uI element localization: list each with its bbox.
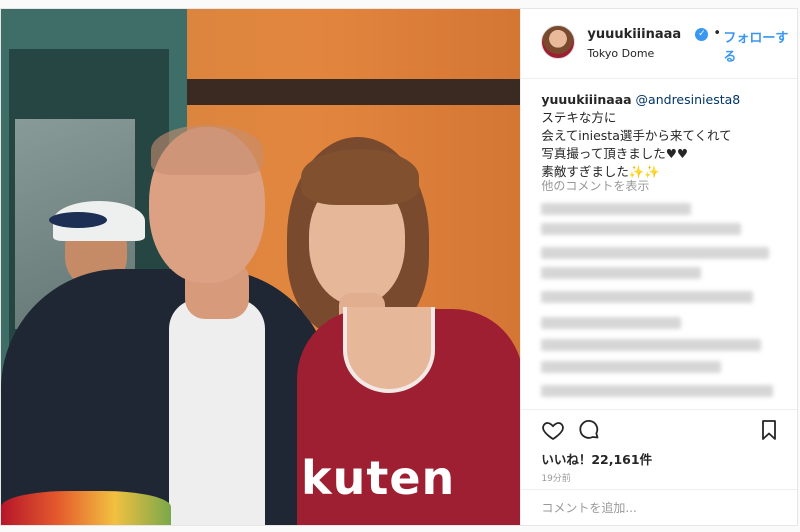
blurred-comment (541, 223, 742, 235)
blurred-comment (541, 203, 692, 215)
wall-stripe (181, 79, 521, 105)
post-photo[interactable]: kuten (1, 9, 521, 525)
blurred-comment (541, 291, 754, 303)
jersey-collar (343, 307, 435, 393)
man-shirt (169, 299, 265, 525)
man-suit (1, 269, 331, 525)
caption-mention[interactable]: @andresiniesta8 (636, 92, 741, 107)
caption-line: 会えてiniesta選手から来てくれて (541, 128, 732, 143)
blurred-comment (541, 317, 682, 329)
post-timestamp: 19分前 (541, 474, 571, 484)
instagram-post: kuten yuuukiiinaaa ✓ • フォローする Tokyo Dome… (0, 8, 798, 526)
comment-box (521, 489, 798, 525)
caption-line: 写真撮って頂きました♥♥ (541, 146, 689, 161)
caption-username[interactable]: yuuukiiinaaa (541, 92, 631, 107)
username-link[interactable]: yuuukiiinaaa (587, 27, 681, 42)
blurred-comment (541, 247, 770, 259)
avatar[interactable] (541, 25, 576, 59)
comment-input[interactable] (541, 498, 772, 518)
bookmark-icon[interactable] (757, 418, 781, 442)
post-header: yuuukiiinaaa ✓ • フォローする Tokyo Dome (521, 9, 798, 79)
separator-dot: • (713, 26, 722, 41)
load-more-comments-link[interactable]: 他のコメントを表示 (541, 177, 649, 194)
location-link[interactable]: Tokyo Dome (587, 47, 654, 60)
caption-line: ステキな方に (541, 110, 617, 125)
man-hair (151, 125, 263, 175)
blurred-comment (541, 385, 774, 397)
action-bar (521, 409, 798, 449)
caption: yuuukiiinaaa @andresiniesta8 ステキな方に 会えてi… (541, 91, 787, 181)
verified-badge-icon: ✓ (695, 28, 709, 41)
likes-count[interactable]: いいね！22,161件 (541, 449, 652, 468)
jersey-text: kuten (301, 451, 456, 505)
heart-icon[interactable] (541, 418, 565, 442)
woman-bangs (301, 149, 419, 205)
blurred-comment (541, 339, 762, 351)
post-sidebar: yuuukiiinaaa ✓ • フォローする Tokyo Dome yuuuk… (520, 9, 798, 525)
blurred-comment (541, 267, 702, 279)
blurred-comment (541, 361, 722, 373)
comment-icon[interactable] (577, 418, 601, 442)
follow-button[interactable]: フォローする (723, 27, 797, 65)
blurred-comments (541, 199, 777, 403)
background-person-cap-brim (49, 212, 107, 228)
flower-bouquet (1, 491, 171, 525)
